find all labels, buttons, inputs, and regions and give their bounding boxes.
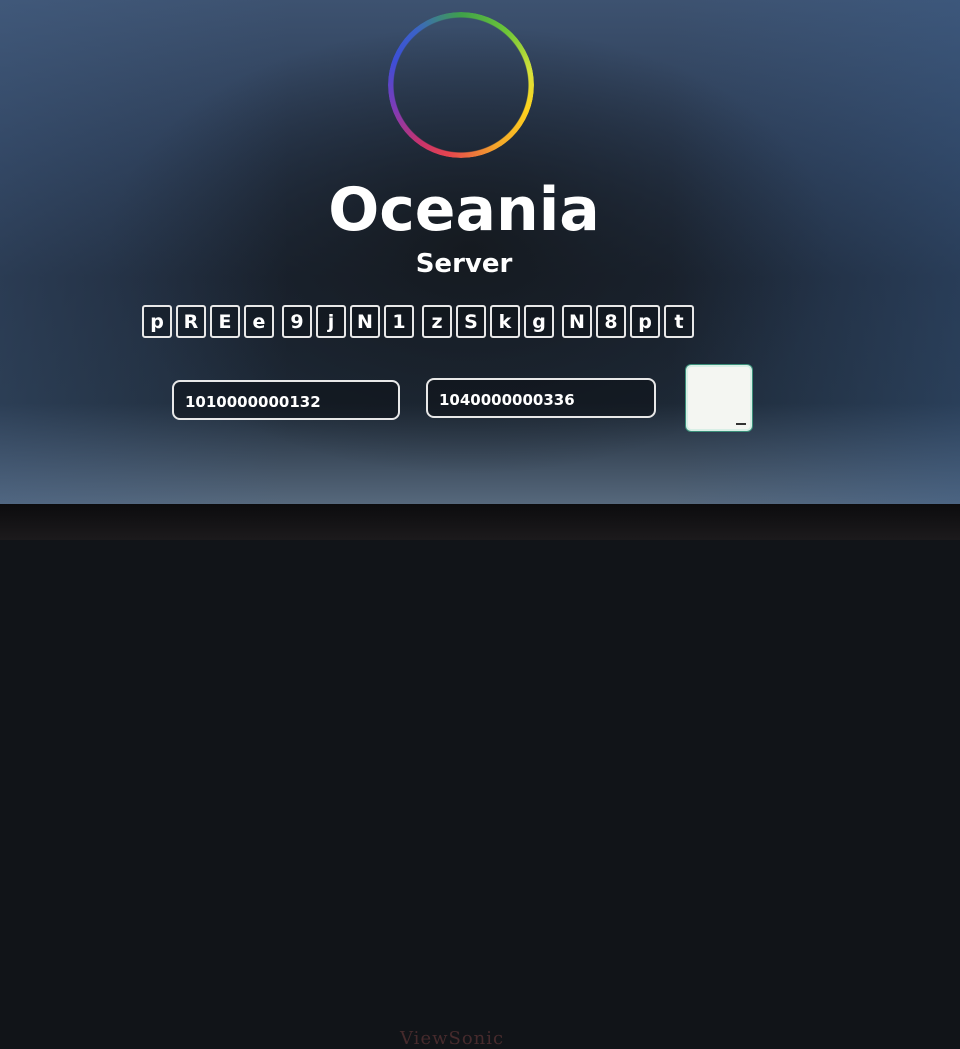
code-char[interactable]: 9 xyxy=(282,305,312,338)
code-char[interactable]: N xyxy=(562,305,592,338)
code-char[interactable]: 1 xyxy=(384,305,414,338)
code-char[interactable]: e xyxy=(244,305,274,338)
code-char[interactable]: j xyxy=(316,305,346,338)
code-char[interactable]: E xyxy=(210,305,240,338)
loading-ring-icon xyxy=(388,12,534,158)
corner-mark-icon xyxy=(736,415,746,425)
code-char[interactable]: N xyxy=(350,305,380,338)
page-title: Oceania xyxy=(328,175,600,245)
code-char[interactable]: t xyxy=(664,305,694,338)
code-char[interactable]: z xyxy=(422,305,452,338)
code-char[interactable]: 8 xyxy=(596,305,626,338)
code-char[interactable]: p xyxy=(630,305,660,338)
page-subtitle: Server xyxy=(415,249,513,279)
code-char[interactable]: g xyxy=(524,305,554,338)
code-char[interactable]: p xyxy=(142,305,172,338)
confirm-button[interactable] xyxy=(686,365,752,431)
monitor-screen: Oceania Server p R E e 9 j N 1 z S k g N… xyxy=(0,0,960,504)
code-character-row: p R E e 9 j N 1 z S k g N 8 p t xyxy=(142,305,694,338)
monitor-bezel: ViewSonic xyxy=(0,504,960,1049)
monitor-brand-logo: ViewSonic xyxy=(400,1028,505,1049)
code-char[interactable]: k xyxy=(490,305,520,338)
code-char[interactable]: R xyxy=(176,305,206,338)
code-char[interactable]: S xyxy=(456,305,486,338)
second-id-field[interactable]: 1040000000336 xyxy=(426,378,656,418)
first-id-field[interactable]: 1010000000132 xyxy=(172,380,400,420)
